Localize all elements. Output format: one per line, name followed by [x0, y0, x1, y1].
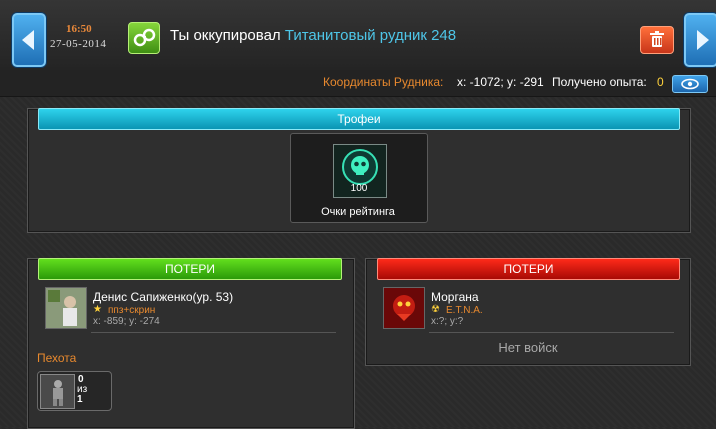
xp-value: 0: [657, 75, 664, 89]
trophy-label: Очки рейтинга: [321, 206, 395, 218]
divider: [91, 332, 336, 333]
own-losses-title: ПОТЕРИ: [38, 258, 342, 280]
delete-button[interactable]: [640, 26, 674, 54]
mine-link[interactable]: Титанитовый рудник 248: [285, 27, 456, 44]
report-headline: Ты оккупировал Титанитовый рудник 248: [170, 27, 456, 44]
defender-coords: x:?; y:?: [431, 316, 464, 327]
unit-count-total: 1: [77, 394, 83, 405]
no-troops-text: Нет войск: [498, 340, 558, 355]
clan-emblem-icon: ☢: [431, 304, 440, 315]
chevron-left-icon: [22, 30, 34, 50]
chevron-right-icon: [697, 30, 709, 50]
handcuffs-icon: [128, 22, 160, 54]
forward-button[interactable]: [684, 13, 716, 67]
event-time: 16:50: [66, 23, 92, 35]
headline-text: Ты оккупировал: [170, 27, 281, 44]
trophies-title: Трофеи: [38, 108, 680, 130]
avatar[interactable]: [383, 287, 425, 329]
divider: [429, 332, 674, 333]
mine-coords-label: Координаты Рудника:: [323, 75, 444, 89]
trophy-value: 100: [350, 183, 368, 194]
attacker-name[interactable]: Денис Сапиженко(ур. 53): [93, 290, 233, 304]
infantry-icon: [40, 374, 75, 409]
trash-icon: [650, 31, 664, 47]
view-button[interactable]: [672, 75, 708, 93]
defender-name[interactable]: Моргана: [431, 290, 479, 304]
avatar[interactable]: [45, 287, 87, 329]
back-button[interactable]: [12, 13, 46, 67]
info-bar: Координаты Рудника: x: -1072; y: -291 По…: [0, 70, 716, 97]
mine-coords-value: x: -1072; y: -291: [457, 75, 544, 89]
xp-label: Получено опыта:: [552, 75, 647, 89]
enemy-losses-title: ПОТЕРИ: [377, 258, 680, 280]
eye-icon: [681, 78, 699, 90]
defender-clan[interactable]: E.T.N.A.: [446, 305, 483, 316]
unit-type-label: Пехота: [37, 351, 77, 365]
header-bar: 16:50 27-05-2014 Ты оккупировал Титанито…: [0, 0, 716, 71]
attacker-coords: x: -859; y: -274: [93, 316, 160, 327]
star-icon: ★: [93, 304, 102, 315]
event-date: 27-05-2014: [50, 38, 107, 50]
attacker-clan[interactable]: ппз+скрин: [108, 305, 155, 316]
